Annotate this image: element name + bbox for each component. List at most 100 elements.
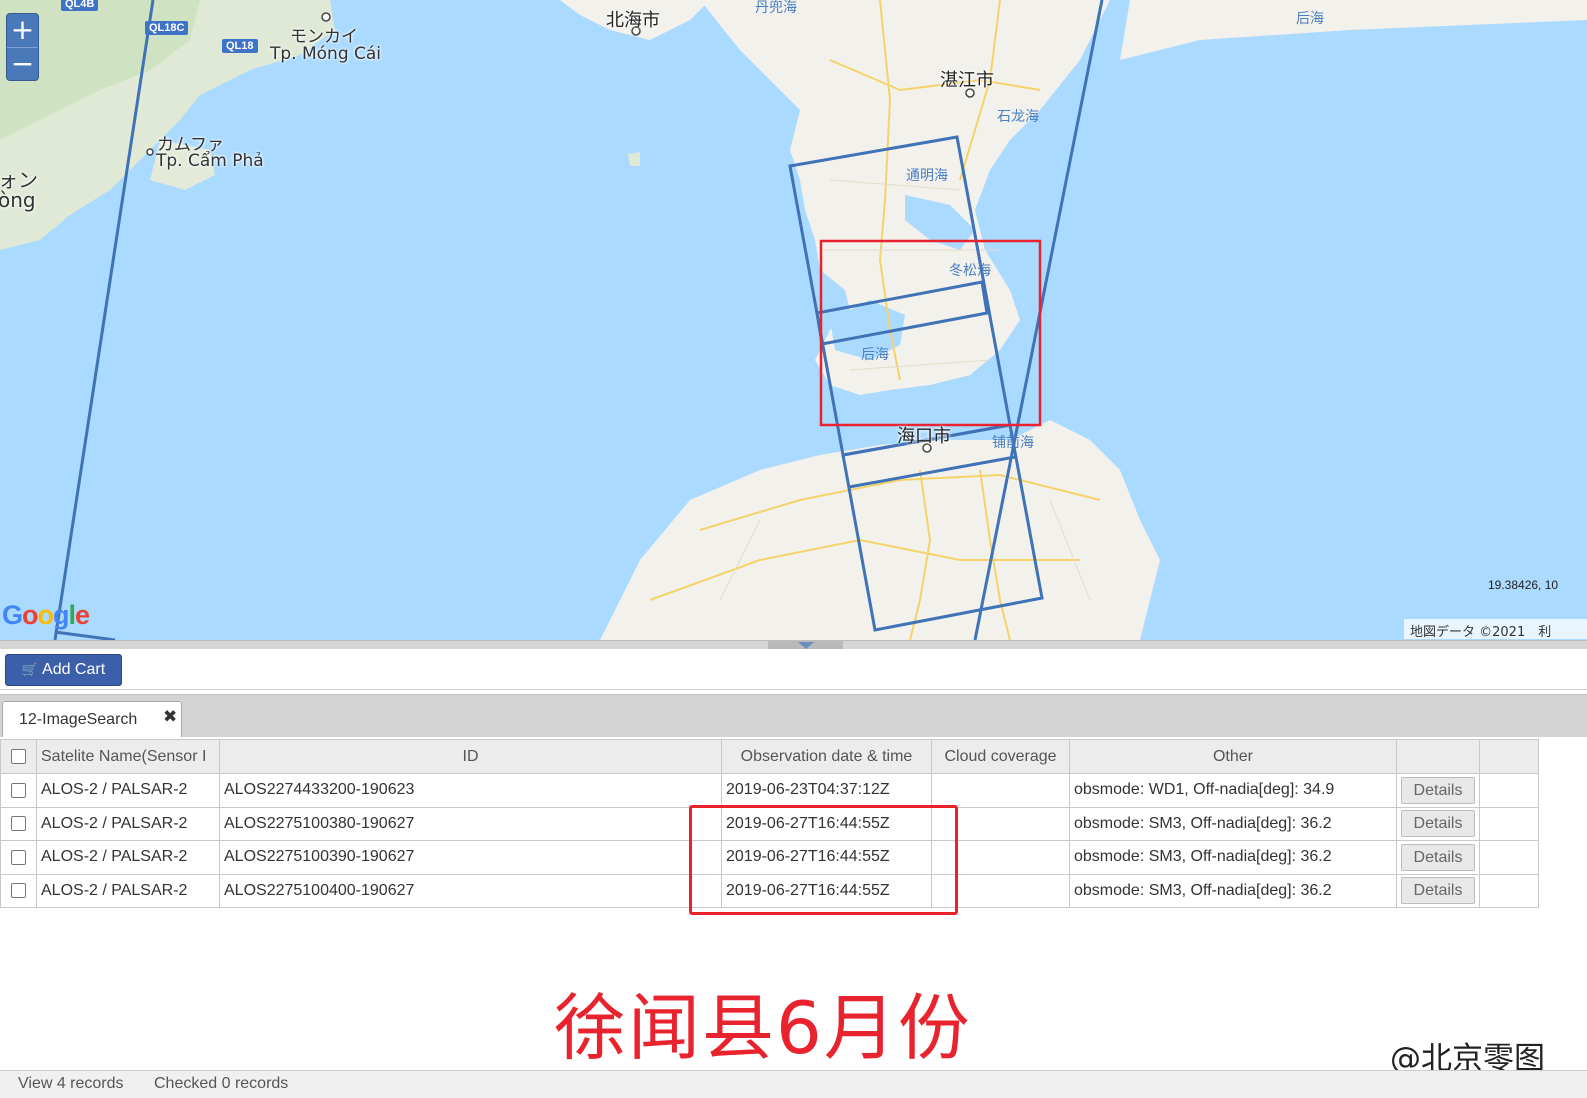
table-row[interactable]: ALOS-2 / PALSAR-2 ALOS2274433200-190623 … (0, 773, 1539, 808)
land-ne (1120, 0, 1587, 60)
cell-id: ALOS2274433200-190623 (219, 773, 722, 808)
results-grid: Satelite Name(Sensor I ID Observation da… (0, 737, 1587, 1077)
cart-icon: 🛒 (21, 662, 39, 677)
header-row: Satelite Name(Sensor I ID Observation da… (0, 739, 1539, 774)
label-houhai: 后海 (861, 347, 889, 363)
label-shilonghai: 石龙海 (997, 109, 1039, 125)
cell-action: Details (1396, 873, 1480, 908)
header-cloud[interactable]: Cloud coverage (931, 739, 1070, 774)
cell-satellite: ALOS-2 / PALSAR-2 (36, 773, 220, 808)
cell-spacer (1479, 773, 1539, 808)
status-checked-count: Checked 0 records (154, 1075, 289, 1092)
island-2 (628, 152, 640, 166)
header-other[interactable]: Other (1069, 739, 1397, 774)
cell-id: ALOS2275100380-190627 (219, 806, 722, 841)
header-select-all[interactable] (0, 739, 37, 774)
table-row[interactable]: ALOS-2 / PALSAR-2 ALOS2275100390-190627 … (0, 840, 1539, 875)
row-checkbox[interactable] (11, 816, 26, 832)
cell-satellite: ALOS-2 / PALSAR-2 (36, 806, 220, 841)
header-id[interactable]: ID (219, 739, 722, 774)
cell-observation: 2019-06-23T04:37:12Z (721, 773, 932, 808)
city-dot-mongcai (321, 12, 331, 22)
cell-other: obsmode: SM3, Off-nadia[deg]: 36.2 (1069, 873, 1397, 908)
label-houhai-ne: 后海 (1296, 11, 1324, 27)
cell-spacer (1479, 806, 1539, 841)
coordinate-readout: 19.38426, 10 (1488, 578, 1559, 592)
details-button[interactable]: Details (1401, 776, 1475, 804)
cell-spacer (1479, 840, 1539, 875)
road-shield-ql18c: QL18C (145, 21, 189, 35)
cell-spacer (1479, 873, 1539, 908)
close-icon[interactable]: ✖ (163, 707, 177, 727)
zoom-out-button[interactable]: − (7, 47, 38, 80)
toolbar: 🛒 Add Cart (0, 649, 1587, 690)
tab-bar: 12-ImageSearch ✖ (0, 694, 1587, 738)
row-select[interactable] (0, 873, 37, 908)
tab-label: 12-ImageSearch (19, 711, 138, 728)
cell-id: ALOS2275100390-190627 (219, 840, 722, 875)
cell-other: obsmode: SM3, Off-nadia[deg]: 36.2 (1069, 840, 1397, 875)
cell-cloud (931, 773, 1070, 808)
road-shield-ql18: QL18 (222, 39, 258, 53)
table-row[interactable]: ALOS-2 / PALSAR-2 ALOS2275100380-190627 … (0, 806, 1539, 841)
land-hainan (600, 420, 1160, 640)
row-checkbox[interactable] (11, 883, 26, 899)
label-hongai: òng (0, 188, 36, 212)
details-button[interactable]: Details (1401, 810, 1475, 838)
details-button[interactable]: Details (1401, 843, 1475, 871)
city-dot-campha (146, 148, 154, 156)
label-mongcai: Tp. Móng Cái (270, 44, 382, 64)
cell-observation: 2019-06-27T16:44:55Z (721, 873, 932, 908)
cell-observation: 2019-06-27T16:44:55Z (721, 840, 932, 875)
zoom-in-button[interactable]: + (7, 14, 38, 47)
map-attribution[interactable]: 地図データ ©2021 利 (1404, 619, 1587, 640)
row-select[interactable] (0, 806, 37, 841)
cell-id: ALOS2275100400-190627 (219, 873, 722, 908)
status-bar: View 4 records Checked 0 records (0, 1070, 1587, 1098)
annotation-caption: 徐闻县6月份 (554, 986, 972, 1070)
road-shield-ql4b: QL4B (61, 0, 99, 11)
label-campha: Tp. Cẩm Phả (156, 151, 264, 171)
row-checkbox[interactable] (11, 782, 26, 798)
footprint-wd1-bottom (54, 630, 116, 640)
map-view[interactable]: QL4B QL18C QL18 北海市 丹兜海 湛江市 石龙海 通明海 冬松海 … (0, 0, 1587, 640)
cell-action: Details (1396, 840, 1480, 875)
table-row[interactable]: ALOS-2 / PALSAR-2 ALOS2275100400-190627 … (0, 873, 1539, 908)
cell-satellite: ALOS-2 / PALSAR-2 (36, 840, 220, 875)
cell-other: obsmode: WD1, Off-nadia[deg]: 34.9 (1069, 773, 1397, 808)
label-haikou: 海口市 (897, 426, 951, 447)
map-base (0, 0, 1587, 640)
google-logo: Google (2, 600, 90, 630)
header-spacer (1479, 739, 1539, 774)
label-danjianhai: 丹兜海 (755, 0, 797, 16)
collapse-arrow-icon[interactable] (798, 642, 814, 649)
label-tongminghai: 通明海 (906, 168, 948, 184)
tab-image-search[interactable]: 12-ImageSearch ✖ (2, 701, 182, 738)
cell-action: Details (1396, 806, 1480, 841)
cell-cloud (931, 840, 1070, 875)
add-cart-label: Add Cart (42, 661, 106, 678)
row-select[interactable] (0, 773, 37, 808)
header-observation[interactable]: Observation date & time (721, 739, 932, 774)
cell-satellite: ALOS-2 / PALSAR-2 (36, 873, 220, 908)
zoom-control: + − (6, 13, 39, 81)
status-view-count: View 4 records (18, 1075, 124, 1092)
panel-splitter[interactable] (0, 640, 1587, 649)
select-all-checkbox[interactable] (11, 748, 26, 764)
details-button[interactable]: Details (1401, 877, 1475, 905)
label-zhanjiang: 湛江市 (940, 70, 994, 91)
label-dongsonghai: 冬松海 (949, 263, 991, 279)
cell-action: Details (1396, 773, 1480, 808)
label-beihai: 北海市 (606, 10, 660, 31)
label-puqianhai: 铺前海 (992, 435, 1034, 451)
row-checkbox[interactable] (11, 849, 26, 865)
add-cart-button[interactable]: 🛒 Add Cart (5, 654, 122, 686)
cell-observation: 2019-06-27T16:44:55Z (721, 806, 932, 841)
header-satellite[interactable]: Satelite Name(Sensor I (36, 739, 220, 774)
header-action (1396, 739, 1480, 774)
cell-other: obsmode: SM3, Off-nadia[deg]: 36.2 (1069, 806, 1397, 841)
cell-cloud (931, 873, 1070, 908)
results-table: Satelite Name(Sensor I ID Observation da… (0, 739, 1539, 908)
row-select[interactable] (0, 840, 37, 875)
cell-cloud (931, 806, 1070, 841)
